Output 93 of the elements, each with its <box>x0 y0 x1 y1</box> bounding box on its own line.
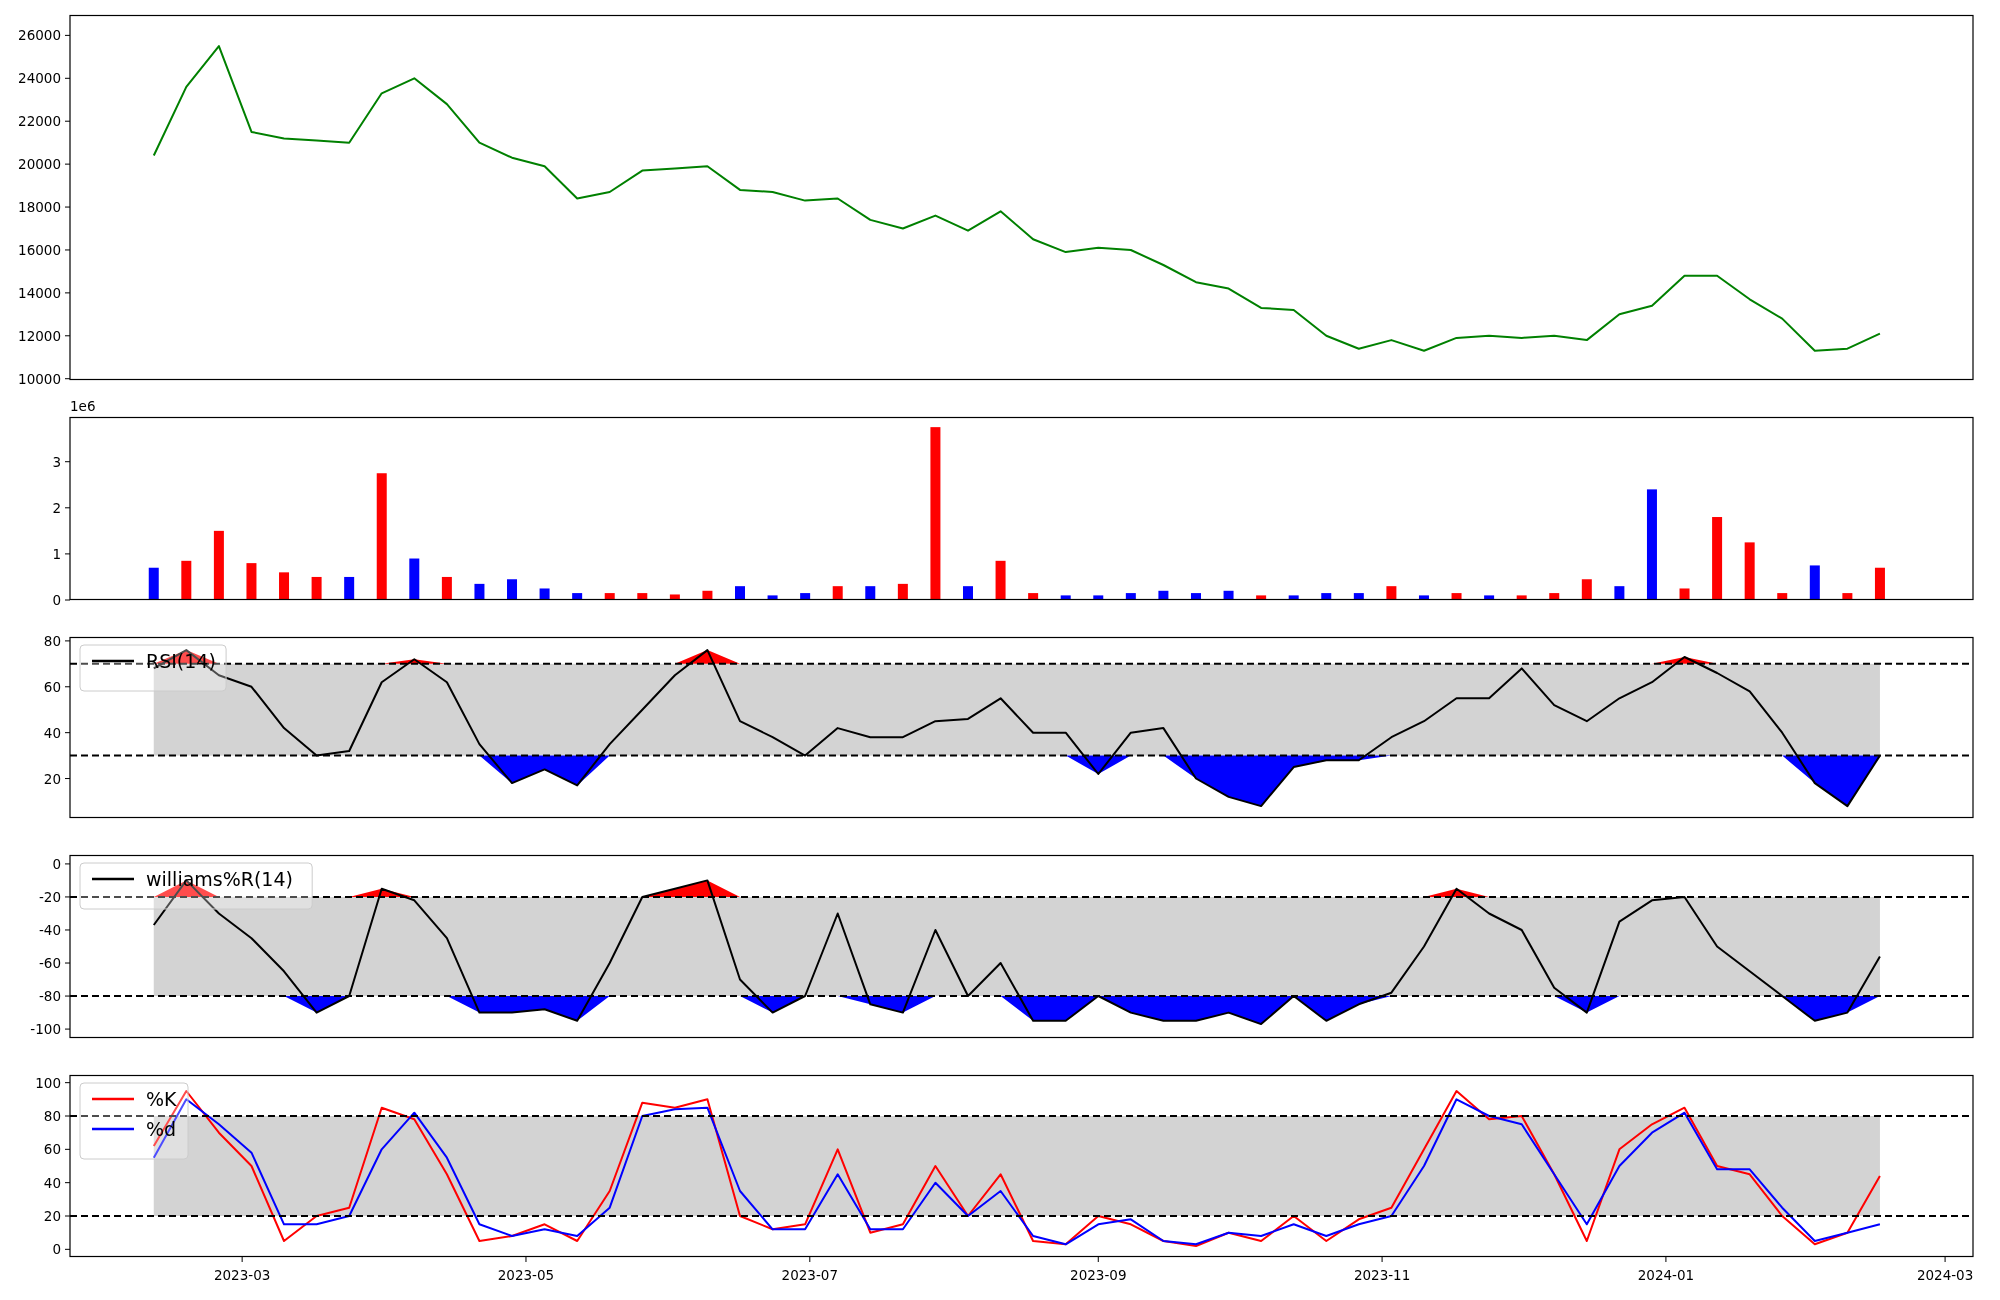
volume-bar <box>572 593 583 600</box>
legend-swatch <box>92 1097 134 1101</box>
volume-bar <box>474 583 485 600</box>
axis-tick-label: 22000 <box>18 113 61 130</box>
axis-tick-label: 2024-03 <box>1916 1267 1974 1283</box>
axis-tick-label: 60 <box>43 678 61 695</box>
volume-bar <box>409 558 420 600</box>
volume-bar <box>1353 593 1364 600</box>
axis-tick-label: 2023-03 <box>213 1267 271 1283</box>
volume-bar <box>1874 567 1885 600</box>
axis-tick-label: 0 <box>52 1241 61 1258</box>
volume-bar <box>344 576 355 600</box>
axis-tick-label: 20 <box>43 770 61 787</box>
axis-tick-label: 10000 <box>18 370 61 387</box>
axis-tick-label: 3 <box>52 453 61 470</box>
volume-bar <box>1549 593 1560 600</box>
axis-tick-label: 80 <box>43 1108 61 1124</box>
axis-tick-label: 2024-01 <box>1637 1267 1695 1283</box>
axis-tick-label: 2023-05 <box>497 1267 555 1283</box>
legend-swatch <box>92 877 134 881</box>
axis-tick-label: 2 <box>52 499 61 516</box>
legend-label: williams%R(14) <box>146 868 293 890</box>
volume-bar <box>767 595 778 600</box>
volume-bar <box>1581 579 1592 600</box>
volume-bar <box>1679 588 1690 600</box>
volume-bar <box>148 567 159 600</box>
axis-tick-label: 40 <box>43 1174 61 1191</box>
volume-bar <box>800 593 811 600</box>
volume-bar <box>1484 595 1495 600</box>
volume-bar <box>1223 590 1234 600</box>
axis-tick-label: 18000 <box>18 199 61 216</box>
volume-bar <box>702 590 713 600</box>
volume-bar <box>181 560 192 600</box>
legend-swatch <box>92 1127 134 1131</box>
volume-bar <box>995 560 1006 600</box>
volume-bar <box>1451 593 1462 600</box>
axis-tick-label: -40 <box>38 922 61 938</box>
axis-tick-label: 14000 <box>18 284 61 301</box>
volume-bar <box>1191 593 1201 600</box>
volume-bar <box>963 586 973 600</box>
volume-bar <box>1809 565 1820 600</box>
volume-bar <box>897 583 908 600</box>
volume-bar <box>1125 593 1136 600</box>
axis-tick-label: -80 <box>38 988 61 1005</box>
axis-tick-label: 100 <box>35 1074 61 1091</box>
legend-swatch <box>92 659 134 663</box>
axis-tick-label: 26000 <box>18 27 61 44</box>
axis-tick-label: 40 <box>43 724 61 741</box>
axis-tick-label: -100 <box>30 1021 61 1038</box>
volume-bar <box>637 593 648 600</box>
volume-bar <box>735 586 745 600</box>
axis-tick-label: 0 <box>52 592 61 608</box>
axis-tick-label: 2023-09 <box>1070 1267 1127 1283</box>
volume-bar <box>1288 595 1299 600</box>
volume-bar <box>1256 595 1267 600</box>
axis-tick-label: 80 <box>43 632 61 649</box>
volume-bar <box>604 593 615 600</box>
axis-tick-label: 20 <box>43 1208 61 1224</box>
volume-bar <box>279 572 290 600</box>
axis-tick-label: -20 <box>38 888 61 905</box>
axis-tick-label: 2023-07 <box>781 1267 838 1283</box>
volume-bar <box>865 586 876 600</box>
volume-bar <box>1516 595 1527 600</box>
volume-bar <box>246 563 257 600</box>
axis-tick-label: 1 <box>52 545 61 562</box>
axis-tick-label: 0 <box>52 855 61 872</box>
volume-bar <box>669 594 680 600</box>
volume-bar <box>507 579 517 600</box>
volume-bar <box>832 586 843 600</box>
axis-tick-label: 16000 <box>18 241 61 258</box>
axis-tick-label: 60 <box>43 1141 61 1158</box>
scale-label: 1e6 <box>70 398 96 414</box>
volume-bar <box>1614 586 1625 600</box>
volume-bar <box>213 530 224 600</box>
axis-tick-label: 2023-11 <box>1353 1267 1411 1283</box>
volume-bar <box>539 588 550 600</box>
volume-bar <box>1386 586 1397 600</box>
volume-bar <box>1777 593 1788 600</box>
legend-label: %K <box>146 1088 177 1110</box>
volume-bar <box>1842 593 1853 600</box>
volume-bar <box>1418 595 1429 600</box>
axis-tick-label: 24000 <box>18 70 61 87</box>
volume-bar <box>1321 593 1332 600</box>
volume-bar <box>1158 590 1169 600</box>
axis-tick-label: 12000 <box>18 327 61 344</box>
volume-bar <box>311 576 322 600</box>
axis-tick-label: -60 <box>38 955 61 971</box>
axis-tick-label: 20000 <box>18 156 61 173</box>
volume-bar <box>1093 595 1104 600</box>
volume-bar <box>1060 595 1071 600</box>
volume-bar <box>1744 542 1755 600</box>
volume-bar <box>1028 593 1039 600</box>
volume-bar <box>441 576 452 600</box>
